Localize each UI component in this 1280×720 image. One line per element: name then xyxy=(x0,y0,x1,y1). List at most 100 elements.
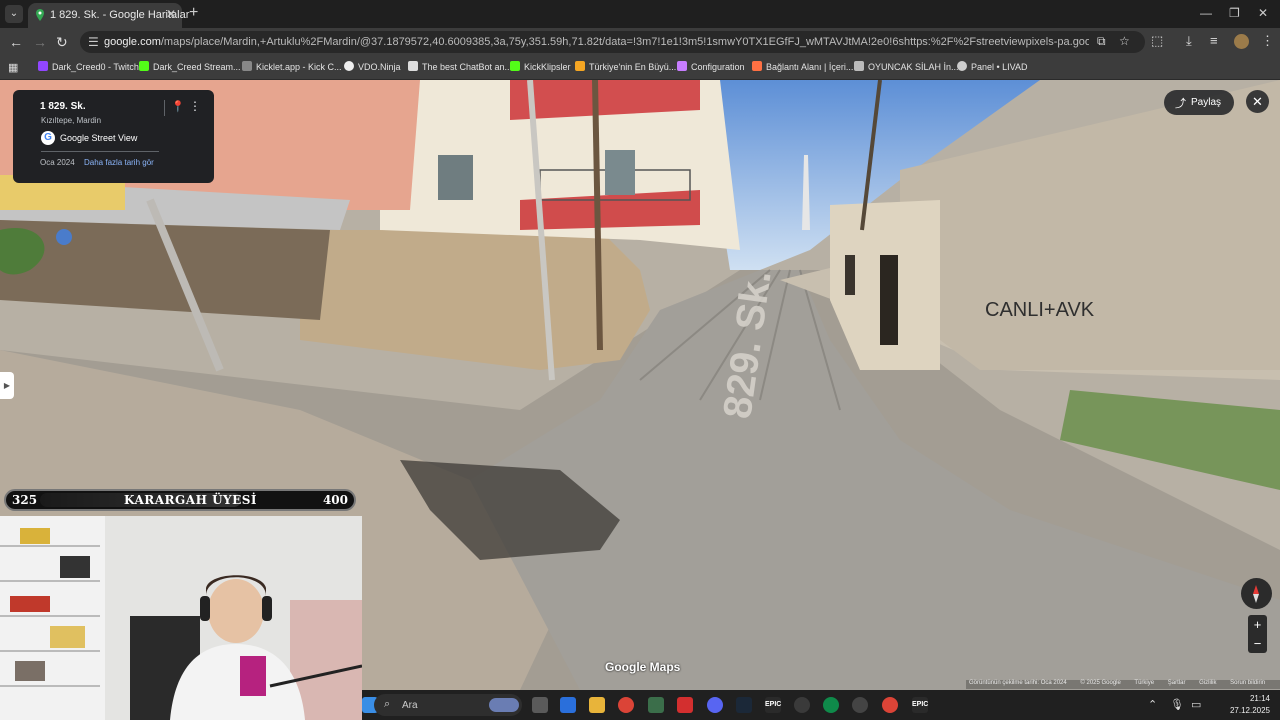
site-info-icon[interactable]: ☰ xyxy=(88,35,99,49)
livad-icon xyxy=(957,61,967,71)
webcam-illustration xyxy=(0,516,362,720)
compass-south-needle xyxy=(1253,594,1259,603)
url-bar[interactable]: ☰ google.com/maps/place/Mardin,+Artuklu%… xyxy=(80,31,1145,53)
bookmark-item[interactable]: Bağlantı Alanı | İçeri... xyxy=(752,61,853,72)
file-explorer-icon[interactable] xyxy=(589,697,605,713)
apps-grid-icon[interactable]: ▦ xyxy=(8,61,18,74)
chatbot-icon xyxy=(408,61,418,71)
bookmark-item[interactable]: Configuration xyxy=(677,61,745,72)
tab-search-button[interactable]: ⌄ xyxy=(5,5,23,23)
url-text: google.com/maps/place/Mardin,+Artuklu%2F… xyxy=(104,36,1089,48)
terms-link[interactable]: Şartlar xyxy=(1168,680,1186,686)
bookmark-item[interactable]: Dark_Creed0 - Twitch xyxy=(38,61,139,72)
map-credits: Görüntünün çekilme tarihi: Oca 2024 © 20… xyxy=(966,680,1280,689)
toy-store-icon xyxy=(854,61,864,71)
install-app-icon[interactable]: ⧉ xyxy=(1097,34,1106,49)
stream-goal-bar: 325 KARARGAH ÜYESİ 400 xyxy=(4,489,356,511)
bookmark-item[interactable]: The best ChatBot an... xyxy=(408,61,512,72)
clock-date: 27.12.2025 xyxy=(1229,706,1270,715)
twitch-icon xyxy=(38,61,48,71)
store-icon xyxy=(575,61,585,71)
zoom-in-button[interactable]: + xyxy=(1248,615,1267,634)
bookmark-item[interactable]: Türkiye'nin En Büyü... xyxy=(575,61,676,72)
back-icon[interactable]: ← xyxy=(9,34,23,50)
new-tab-button[interactable]: + xyxy=(189,5,198,21)
share-button[interactable]: ⤴ Paylaş xyxy=(1164,90,1234,115)
minimize-icon[interactable]: — xyxy=(1200,6,1212,20)
report-problem-link[interactable]: Sorun bildirin xyxy=(1230,680,1265,686)
bookmarks-bar: ▦ Dark_Creed0 - Twitch Dark_Creed Stream… xyxy=(0,56,1280,80)
reload-icon[interactable]: ↻ xyxy=(56,34,68,51)
taskbar-search[interactable]: ⌕ Ara xyxy=(374,694,522,716)
discord-app-icon[interactable] xyxy=(707,697,723,713)
bookmark-item[interactable]: KickKlipsler xyxy=(510,61,571,72)
chrome-app-icon[interactable] xyxy=(618,697,634,713)
active-tab[interactable]: 1 829. Sk. - Google Haritalar ✕ xyxy=(28,3,189,28)
configuration-icon xyxy=(677,61,687,71)
url-path: /maps/place/Mardin,+Artuklu%2FMardin/@37… xyxy=(160,36,1089,48)
zoom-out-button[interactable]: − xyxy=(1248,634,1267,653)
goal-target-value: 400 xyxy=(322,493,348,507)
google-logo-icon: G xyxy=(41,131,55,145)
epic-games-icon[interactable]: EPIC xyxy=(765,697,781,713)
address-toolbar: ← → ↻ ☰ google.com/maps/place/Mardin,+Ar… xyxy=(0,28,1280,56)
windows-taskbar: ⌕ Ara EPIC EPIC ⌃ 🎙 ▭ 21:14 27.12.2025 xyxy=(362,690,1280,720)
kick-icon xyxy=(510,61,520,71)
tray-chevron-icon[interactable]: ⌃ xyxy=(1148,698,1157,711)
bookmark-item[interactable]: Dark_Creed Stream... xyxy=(139,61,241,72)
capture-date: Oca 2024 xyxy=(40,158,75,167)
location-pin-icon[interactable]: 📍 xyxy=(171,100,185,113)
extensions-icon[interactable]: ⬚ xyxy=(1151,33,1163,49)
bookmark-item[interactable]: Panel • LIVAD xyxy=(957,61,1028,72)
expand-side-panel-icon[interactable]: ▶ xyxy=(0,372,14,399)
search-icon: ⌕ xyxy=(384,698,391,710)
close-tab-icon[interactable]: ✕ xyxy=(166,7,176,21)
kick-icon xyxy=(139,61,149,71)
google-maps-watermark: Google Maps xyxy=(605,660,681,674)
microphone-icon[interactable]: 🎙 xyxy=(1170,698,1184,711)
vdo-ninja-icon xyxy=(344,61,354,71)
provider-label: Google Street View xyxy=(60,133,138,143)
place-subtitle: Kızıltepe, Mardin xyxy=(41,116,102,125)
compass-icon[interactable] xyxy=(1241,578,1272,609)
bookmark-item[interactable]: VDO.Ninja xyxy=(344,61,401,72)
browser-menu-icon[interactable]: ⋮ xyxy=(1261,33,1274,49)
compass-north-needle xyxy=(1253,585,1259,594)
forward-icon[interactable]: → xyxy=(33,34,47,50)
epic-games-icon[interactable]: EPIC xyxy=(912,697,928,713)
webcam-overlay xyxy=(0,516,362,720)
bookmark-star-icon[interactable]: ☆ xyxy=(1119,34,1130,48)
bookmark-item[interactable]: OYUNCAK SİLAH İn... xyxy=(854,61,959,72)
zoom-control: + − xyxy=(1248,615,1267,653)
browser-tab-strip: ⌄ 1 829. Sk. - Google Haritalar ✕ + — ❐ … xyxy=(0,0,1280,28)
bookmark-item[interactable]: Kicklet.app - Kick C... xyxy=(242,61,342,72)
system-clock[interactable]: 21:14 27.12.2025 xyxy=(1200,693,1270,717)
store-app-icon[interactable] xyxy=(560,697,576,713)
app-icon[interactable] xyxy=(823,697,839,713)
more-options-icon[interactable]: ⋮ xyxy=(189,99,201,113)
region-link[interactable]: Türkiye xyxy=(1134,680,1154,686)
place-title: 1 829. Sk. xyxy=(40,101,86,112)
app-icon[interactable] xyxy=(677,697,693,713)
copyright-credit: © 2025 Google xyxy=(1080,680,1121,686)
url-host: google.com xyxy=(104,36,161,48)
restore-icon[interactable]: ❐ xyxy=(1229,6,1240,20)
steam-app-icon[interactable] xyxy=(736,697,752,713)
place-info-card: 1 829. Sk. Kızıltepe, Mardin 📍 ⋮ G Googl… xyxy=(13,90,214,183)
profile-avatar[interactable] xyxy=(1234,34,1249,49)
more-dates-link[interactable]: Daha fazla tarih gör xyxy=(84,158,154,167)
app-icon[interactable] xyxy=(852,697,868,713)
chrome-active-icon[interactable] xyxy=(882,697,898,713)
close-street-view-icon[interactable]: ✕ xyxy=(1246,90,1269,113)
chatgpt-app-icon[interactable] xyxy=(794,697,810,713)
window-close-icon[interactable]: ✕ xyxy=(1258,6,1268,20)
wall-graffiti-text: CANLI+AVK xyxy=(985,299,1095,321)
task-view-icon[interactable] xyxy=(532,697,548,713)
capture-credit: Görüntünün çekilme tarihi: Oca 2024 xyxy=(969,680,1067,686)
download-icon[interactable]: ⤓ xyxy=(1186,33,1192,49)
app-icon[interactable] xyxy=(648,697,664,713)
privacy-link[interactable]: Gizlilik xyxy=(1199,680,1216,686)
share-icon: ⤴ xyxy=(1175,98,1186,110)
divider xyxy=(41,151,159,152)
media-control-icon[interactable]: ≡ xyxy=(1210,33,1218,48)
